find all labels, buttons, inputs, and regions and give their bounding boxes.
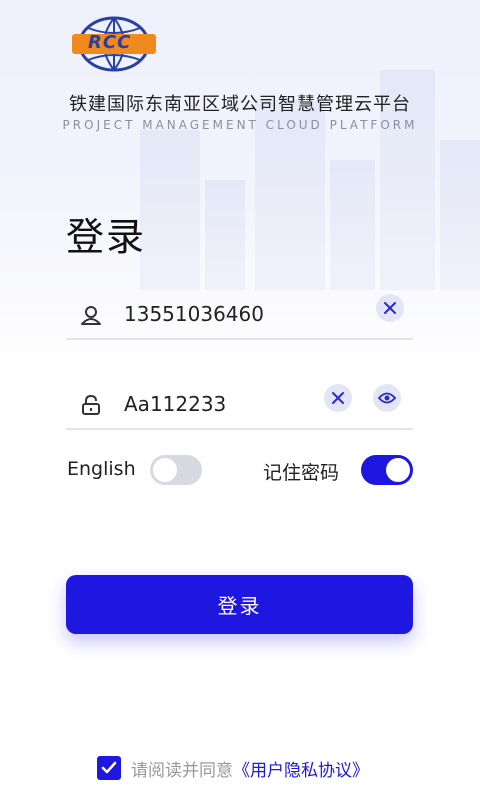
password-field[interactable]: Aa112233 [66,384,413,430]
password-input[interactable]: Aa112233 [124,392,226,416]
remember-password-label: 记住密码 [263,462,340,484]
privacy-policy-link[interactable]: 《用户隐私协议》 [233,756,369,781]
agreement-row: 请阅读并同意 《用户隐私协议》 [97,755,369,781]
check-icon [101,761,117,774]
close-icon [384,302,396,314]
close-icon [332,392,344,404]
login-button[interactable]: 登录 [66,575,413,634]
page-title: 登录 [66,215,147,259]
eye-icon [378,392,396,404]
user-icon [80,304,102,326]
remember-password-toggle[interactable] [361,455,413,485]
username-field[interactable]: 13551036460 [66,294,413,340]
toggle-knob [386,458,410,482]
company-logo: RCC [68,14,160,74]
english-toggle[interactable] [150,455,202,485]
company-name-en: PROJECT MANAGEMENT CLOUD PLATFORM [62,118,418,132]
company-name: 铁建国际东南亚区域公司智慧管理云平台 [69,94,411,115]
clear-password-button[interactable] [324,384,352,412]
clear-username-button[interactable] [376,294,404,322]
logo-text: RCC [88,32,132,53]
username-input[interactable]: 13551036460 [124,302,264,326]
agreement-checkbox[interactable] [97,756,121,780]
lock-icon [80,394,102,416]
toggle-knob [153,458,177,482]
toggle-password-visibility-button[interactable] [373,384,401,412]
english-label: English [67,458,136,480]
agreement-text: 请阅读并同意 [131,760,233,781]
